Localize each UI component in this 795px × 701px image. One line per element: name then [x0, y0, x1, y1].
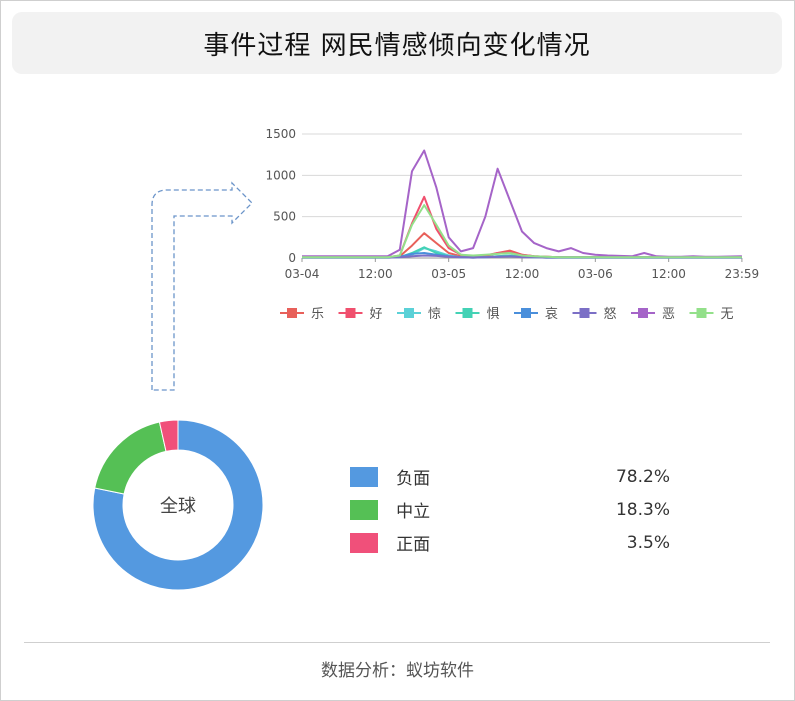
- legend-marker: [462, 308, 473, 318]
- y-tick-label: 1500: [265, 127, 296, 141]
- x-tick-label: 03-04: [285, 267, 320, 281]
- legend-marker: [287, 308, 297, 318]
- legend-label: 惊: [428, 307, 441, 322]
- neutral-swatch: [350, 499, 379, 520]
- legend-marker: [345, 308, 356, 318]
- legend-label: 惧: [487, 306, 500, 322]
- donut-legend-value: 3.5%: [626, 532, 670, 553]
- donut-legend-label: 负面: [396, 469, 431, 489]
- legend-label: 乐: [311, 307, 324, 322]
- donut-legend-row-negative: 负面 78.2%: [350, 460, 670, 493]
- x-tick-label: 12:00: [651, 267, 686, 281]
- x-tick-label: 12:00: [505, 267, 540, 281]
- footer-source: 数据分析：蚁坊软件: [321, 661, 474, 681]
- donut-center-label: 全球: [160, 496, 196, 517]
- legend-marker: [638, 308, 648, 318]
- connector-arrow: [151, 181, 253, 391]
- y-tick-label: 1000: [265, 168, 296, 182]
- x-tick-label: 12:00: [358, 267, 393, 281]
- legend-label: 无: [721, 307, 734, 322]
- y-tick-label: 0: [288, 251, 296, 265]
- series-line-0: [302, 232, 742, 259]
- line-chart-legend: 乐好惊惧哀怒恶无: [280, 306, 734, 322]
- donut-legend-label: 正面: [396, 535, 431, 555]
- line-chart: 0 500 1000 1500 03-04 12:00 03-05 12:00 03-06 12:…: [265, 127, 759, 281]
- footer-divider: [24, 642, 770, 643]
- donut-legend-value: 18.3%: [615, 499, 670, 520]
- x-tick-label: 03-05: [431, 267, 466, 281]
- donut-legend-value: 78.2%: [615, 466, 670, 487]
- legend-label: 哀: [545, 307, 558, 322]
- donut-legend-row-neutral: 中立 18.3%: [350, 493, 670, 526]
- series-line-6: [302, 149, 742, 258]
- legend-label: 好: [370, 307, 383, 322]
- legend-label: 恶: [662, 307, 675, 322]
- series-line-1: [302, 195, 742, 259]
- legend-marker: [579, 308, 590, 318]
- legend-marker: [404, 308, 414, 318]
- donut-legend-label: 中立: [396, 502, 431, 522]
- donut-legend-row-positive: 正面 3.5%: [350, 526, 670, 559]
- donut-legend: 负面 78.2% 中立 18.3% 正面 3.5%: [350, 460, 670, 559]
- legend-marker: [521, 308, 531, 318]
- positive-swatch: [350, 532, 379, 553]
- negative-swatch: [350, 466, 379, 487]
- y-tick-label: 500: [273, 210, 296, 224]
- legend-label: 怒: [604, 307, 617, 322]
- x-tick-label: 03-06: [578, 267, 613, 281]
- legend-marker: [696, 308, 707, 318]
- donut-slice-1: [94, 421, 167, 495]
- chart-canvas: 0 500 1000 1500 03-04 12:00 03-05 12:00 03-06 12:…: [92, 127, 759, 591]
- x-tick-label: 23:59: [725, 267, 760, 281]
